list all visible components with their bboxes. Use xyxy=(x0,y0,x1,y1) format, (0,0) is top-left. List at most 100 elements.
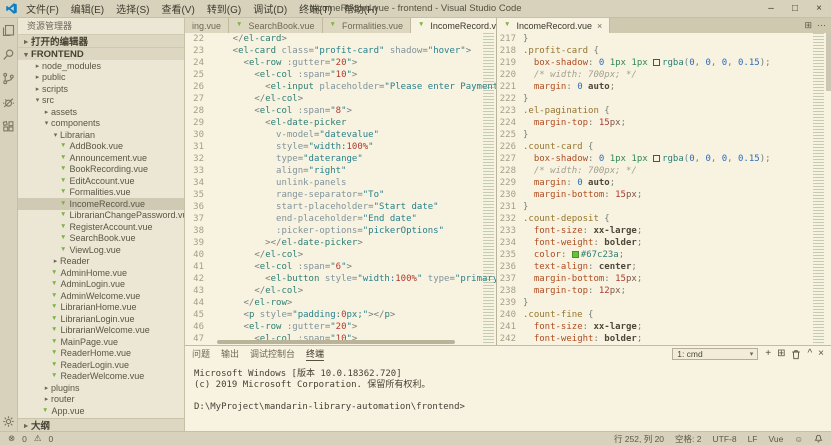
menu-item-6[interactable]: 终端(T) xyxy=(293,1,338,16)
problems-status[interactable]: ⊗ 0 ⚠ 0 xyxy=(8,433,53,444)
vue-file-icon: ▼ xyxy=(51,362,57,369)
more-actions-icon[interactable]: ⋯ xyxy=(817,20,826,31)
terminal-output[interactable]: Microsoft Windows [版本 10.0.18362.720](c)… xyxy=(185,362,831,431)
tree-item-librarianchangepassword-vue[interactable]: ▼LibrarianChangePassword.vue xyxy=(18,210,184,222)
tree-item-searchbook-vue[interactable]: ▼SearchBook.vue xyxy=(18,233,184,245)
activity-debug-icon[interactable] xyxy=(2,95,16,109)
split-editor-icon[interactable]: ⊞ xyxy=(804,20,812,31)
status-item-3[interactable]: LF xyxy=(748,434,758,444)
line-number: 35 xyxy=(185,189,211,201)
code-line: 42 <el-button style="width:100%" type="p… xyxy=(185,273,496,285)
code-editor-2[interactable]: 217}218.profit-card {219 box-shadow: 0 1… xyxy=(497,33,831,345)
notifications-bell-icon[interactable] xyxy=(814,433,823,445)
tree-item-router[interactable]: ▸router xyxy=(18,394,184,406)
tree-item-editaccount-vue[interactable]: ▼EditAccount.vue xyxy=(18,175,184,187)
menu-item-5[interactable]: 调试(D) xyxy=(247,1,293,16)
chevron-down-icon: ▾ xyxy=(51,131,60,139)
tree-item-plugins[interactable]: ▸plugins xyxy=(18,382,184,394)
kill-terminal-icon[interactable] xyxy=(791,349,801,360)
tab-ing-vue[interactable]: ing.vue xyxy=(185,18,229,33)
explorer-sidebar: 资源管理器 ▸ 打开的编辑器 ▾ FRONTEND ▸node_modules▸… xyxy=(18,18,185,431)
tree-item-librarianhome-vue[interactable]: ▼LibrarianHome.vue xyxy=(18,302,184,314)
activity-explorer-icon[interactable] xyxy=(2,23,16,37)
tree-item-scripts[interactable]: ▸scripts xyxy=(18,83,184,95)
panel-tab-output[interactable]: 输出 xyxy=(221,347,239,361)
line-number: 24 xyxy=(185,57,211,69)
vertical-scrollbar[interactable] xyxy=(826,33,831,91)
tab-searchbook-vue[interactable]: ▼SearchBook.vue xyxy=(229,18,322,33)
tree-item-readerlogin-vue[interactable]: ▼ReaderLogin.vue xyxy=(18,359,184,371)
panel-tab-debug-console[interactable]: 调试控制台 xyxy=(250,347,295,361)
vue-file-icon: ▼ xyxy=(236,22,242,29)
status-item-1[interactable]: 空格: 2 xyxy=(675,433,701,445)
tab-formalities-vue[interactable]: ▼Formalities.vue xyxy=(323,18,411,33)
menu-item-4[interactable]: 转到(G) xyxy=(201,1,247,16)
tree-item-readerhome-vue[interactable]: ▼ReaderHome.vue xyxy=(18,348,184,360)
close-button[interactable]: × xyxy=(807,0,831,18)
tree-item-node-modules[interactable]: ▸node_modules xyxy=(18,60,184,72)
tree-item-incomerecord-vue[interactable]: ▼IncomeRecord.vue xyxy=(18,198,184,210)
tree-item-src[interactable]: ▾src xyxy=(18,95,184,107)
close-icon[interactable]: × xyxy=(597,21,602,31)
minimap[interactable] xyxy=(481,33,496,345)
line-number: 236 xyxy=(497,261,523,273)
tree-item-mainpage-vue[interactable]: ▼MainPage.vue xyxy=(18,336,184,348)
panel-tab-problems[interactable]: 问题 xyxy=(192,347,210,361)
outline-section[interactable]: ▸ 大纲 xyxy=(18,418,184,431)
tree-item-readerwelcome-vue[interactable]: ▼ReaderWelcome.vue xyxy=(18,371,184,383)
project-section[interactable]: ▾ FRONTEND xyxy=(18,47,184,60)
tab-incomerecord-vue[interactable]: ▼IncomeRecord.vue● xyxy=(411,18,496,33)
horizontal-scrollbar[interactable] xyxy=(217,340,455,344)
tree-item-public[interactable]: ▸public xyxy=(18,72,184,84)
tree-item-adminlogin-vue[interactable]: ▼AdminLogin.vue xyxy=(18,279,184,291)
tree-item-librarianwelcome-vue[interactable]: ▼LibrarianWelcome.vue xyxy=(18,325,184,337)
split-terminal-icon[interactable]: ⊞ xyxy=(777,349,785,359)
tree-item-reader[interactable]: ▸Reader xyxy=(18,256,184,268)
tree-item-registeraccount-vue[interactable]: ▼RegisterAccount.vue xyxy=(18,221,184,233)
tree-item-adminhome-vue[interactable]: ▼AdminHome.vue xyxy=(18,267,184,279)
tree-item-formalities-vue[interactable]: ▼Formalities.vue xyxy=(18,187,184,199)
tree-item-bookrecording-vue[interactable]: ▼BookRecording.vue xyxy=(18,164,184,176)
tree-item-viewlog-vue[interactable]: ▼ViewLog.vue xyxy=(18,244,184,256)
menu-item-7[interactable]: 帮助(H) xyxy=(338,1,384,16)
tree-item-librarian[interactable]: ▾Librarian xyxy=(18,129,184,141)
code-text: type="daterange" xyxy=(211,153,496,165)
maximize-button[interactable]: □ xyxy=(783,0,807,18)
status-item-2[interactable]: UTF-8 xyxy=(712,434,736,444)
status-item-0[interactable]: 行 252, 列 20 xyxy=(614,433,664,445)
code-line: 241 font-size: xx-large; xyxy=(497,321,831,333)
code-editor-1[interactable]: 22 </el-card>23 <el-card class="profit-c… xyxy=(185,33,496,345)
tree-item-label: Librarian xyxy=(60,130,95,140)
minimap[interactable] xyxy=(811,33,826,345)
tree-item-app-vue[interactable]: ▼App.vue xyxy=(18,405,184,417)
tree-item-adminwelcome-vue[interactable]: ▼AdminWelcome.vue xyxy=(18,290,184,302)
line-number: 47 xyxy=(185,333,211,345)
tree-item-components[interactable]: ▾components xyxy=(18,118,184,130)
activity-extensions-icon[interactable] xyxy=(2,119,16,133)
activity-search-icon[interactable] xyxy=(2,47,16,61)
new-terminal-icon[interactable]: + xyxy=(765,349,771,359)
maximize-panel-icon[interactable]: ^ xyxy=(807,349,812,359)
activity-manage-icon[interactable] xyxy=(2,414,16,428)
status-item-4[interactable]: Vue xyxy=(769,434,784,444)
tab-incomerecord-vue[interactable]: ▼IncomeRecord.vue× xyxy=(497,18,610,33)
minimize-button[interactable]: – xyxy=(759,0,783,18)
open-editors-section[interactable]: ▸ 打开的编辑器 xyxy=(18,34,184,47)
tree-item-announcement-vue[interactable]: ▼Announcement.vue xyxy=(18,152,184,164)
feedback-smiley-icon[interactable]: ☺ xyxy=(794,434,803,444)
menu-item-2[interactable]: 选择(S) xyxy=(110,1,155,16)
terminal-panel: 问题输出调试控制台终端 1: cmd ▾ + ⊞ ^ × Microsoft Wind… xyxy=(185,345,831,431)
activity-source-control-icon[interactable] xyxy=(2,71,16,85)
panel-tab-terminal[interactable]: 终端 xyxy=(306,347,324,361)
tree-item-librarianlogin-vue[interactable]: ▼LibrarianLogin.vue xyxy=(18,313,184,325)
tree-item-addbook-vue[interactable]: ▼AddBook.vue xyxy=(18,141,184,153)
terminal-shell-select[interactable]: 1: cmd ▾ xyxy=(672,348,758,360)
menu-item-1[interactable]: 编辑(E) xyxy=(65,1,110,16)
close-panel-icon[interactable]: × xyxy=(818,349,824,359)
menu-item-3[interactable]: 查看(V) xyxy=(155,1,200,16)
line-number: 229 xyxy=(497,177,523,189)
tree-item-assets[interactable]: ▸assets xyxy=(18,106,184,118)
code-text: box-shadow: 0 1px 1px rgba(0, 0, 0, 0.15… xyxy=(523,57,831,69)
outline-label: 大纲 xyxy=(31,418,50,431)
menu-item-0[interactable]: 文件(F) xyxy=(20,1,65,16)
